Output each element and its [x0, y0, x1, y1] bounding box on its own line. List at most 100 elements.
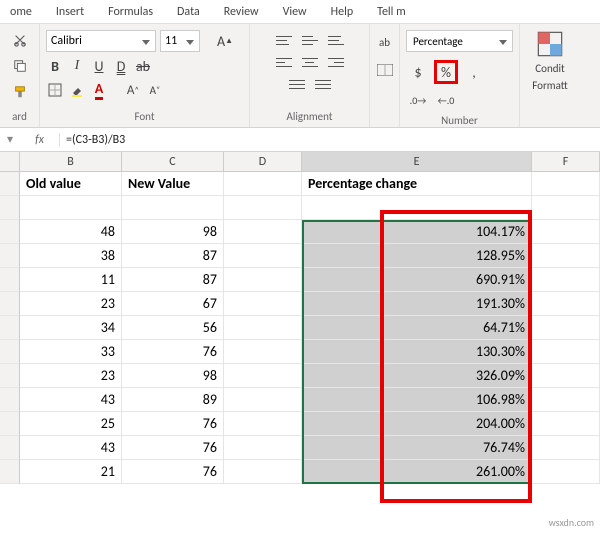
tab-insert[interactable]: Insert — [44, 1, 96, 23]
cell-new[interactable]: 98 — [122, 220, 224, 244]
row-header[interactable] — [0, 364, 20, 388]
col-header-D[interactable]: D — [224, 152, 302, 171]
cell-new[interactable]: 76 — [122, 340, 224, 364]
cell-empty[interactable] — [532, 436, 600, 460]
cell-new[interactable]: 87 — [122, 268, 224, 292]
cell-empty[interactable] — [224, 388, 302, 412]
col-header-C[interactable]: C — [122, 152, 224, 171]
decrease-indent-icon[interactable] — [287, 76, 307, 92]
cell-empty[interactable] — [532, 412, 600, 436]
increase-indent-icon[interactable] — [313, 76, 333, 92]
row-header[interactable] — [0, 268, 20, 292]
row-header[interactable] — [0, 340, 20, 364]
cell-empty[interactable] — [224, 412, 302, 436]
cell-empty[interactable] — [532, 364, 600, 388]
cell-new[interactable]: 67 — [122, 292, 224, 316]
col-header-E[interactable]: E — [302, 152, 532, 171]
grow-font-icon[interactable]: A˄ — [124, 80, 142, 100]
merge-icon[interactable] — [376, 60, 394, 80]
cell-empty[interactable] — [224, 172, 302, 196]
tab-data[interactable]: Data — [165, 1, 212, 23]
cell-pct[interactable]: 64.71% — [302, 316, 532, 340]
format-painter-icon[interactable] — [9, 82, 31, 102]
cell-empty[interactable] — [224, 364, 302, 388]
cell-old[interactable]: 48 — [20, 220, 122, 244]
wrap-text-icon[interactable]: ab — [376, 32, 394, 52]
align-bottom-icon[interactable] — [326, 32, 346, 48]
bold-button[interactable]: B — [46, 56, 64, 76]
align-right-icon[interactable] — [326, 54, 346, 70]
cell-pct[interactable]: 128.95% — [302, 244, 532, 268]
cell-pct[interactable]: 104.17% — [302, 220, 532, 244]
cell-old[interactable]: 25 — [20, 412, 122, 436]
cell-empty[interactable] — [532, 268, 600, 292]
row-header[interactable] — [0, 172, 20, 196]
fx-label[interactable]: fx — [20, 133, 60, 147]
cell-empty[interactable] — [224, 220, 302, 244]
cell-new[interactable]: 87 — [122, 244, 224, 268]
row-header[interactable] — [0, 460, 20, 484]
select-all-corner[interactable] — [0, 152, 20, 171]
cell-empty[interactable] — [532, 460, 600, 484]
cell-pct[interactable]: 690.91% — [302, 268, 532, 292]
cell-empty[interactable] — [532, 340, 600, 364]
cell-pct[interactable]: 191.30% — [302, 292, 532, 316]
header-new[interactable]: New Value — [122, 172, 224, 196]
col-header-F[interactable]: F — [532, 152, 600, 171]
cell-new[interactable]: 89 — [122, 388, 224, 412]
align-center-icon[interactable] — [300, 54, 320, 70]
cell-empty[interactable] — [224, 292, 302, 316]
cell-empty[interactable] — [224, 340, 302, 364]
cell-old[interactable]: 23 — [20, 364, 122, 388]
border-icon[interactable] — [46, 80, 64, 100]
cut-icon[interactable] — [9, 30, 31, 50]
shrink-font-icon[interactable]: A˅ — [146, 80, 164, 100]
align-left-icon[interactable] — [274, 54, 294, 70]
cell-empty[interactable] — [532, 244, 600, 268]
font-size-select[interactable]: 11 — [160, 30, 200, 52]
row-header[interactable] — [0, 196, 20, 220]
cell-old[interactable]: 11 — [20, 268, 122, 292]
row-header[interactable] — [0, 436, 20, 460]
double-underline-button[interactable]: D — [112, 56, 130, 76]
cell-old[interactable]: 43 — [20, 436, 122, 460]
cell-old[interactable]: 38 — [20, 244, 122, 268]
cell-pct[interactable]: 261.00% — [302, 460, 532, 484]
currency-button[interactable]: $ — [406, 60, 430, 84]
cell-old[interactable]: 34 — [20, 316, 122, 340]
conditional-formatting-group[interactable]: Condit Formatt — [520, 24, 580, 127]
cell-old[interactable]: 23 — [20, 292, 122, 316]
col-header-B[interactable]: B — [20, 152, 122, 171]
cell-new[interactable]: 98 — [122, 364, 224, 388]
tab-review[interactable]: Review — [212, 1, 271, 23]
cell-empty[interactable] — [532, 172, 600, 196]
cell-pct[interactable]: 130.30% — [302, 340, 532, 364]
cell-pct[interactable]: 326.09% — [302, 364, 532, 388]
cell-empty[interactable] — [532, 292, 600, 316]
row-header[interactable] — [0, 244, 20, 268]
cell-pct[interactable]: 76.74% — [302, 436, 532, 460]
tab-view[interactable]: View — [271, 1, 319, 23]
comma-button[interactable]: , — [462, 60, 486, 84]
name-box-dropdown[interactable]: ▾ — [0, 132, 20, 147]
cell-empty[interactable] — [224, 436, 302, 460]
tab-tellme[interactable]: Tell m — [365, 1, 418, 23]
header-pct[interactable]: Percentage change — [302, 172, 532, 196]
strikethrough-button[interactable]: ab — [134, 56, 152, 76]
cell-new[interactable]: 76 — [122, 436, 224, 460]
row-header[interactable] — [0, 412, 20, 436]
cell-empty[interactable] — [532, 388, 600, 412]
cell-new[interactable]: 76 — [122, 412, 224, 436]
row-header[interactable] — [0, 220, 20, 244]
decrease-decimal-icon[interactable]: ←.0 — [434, 88, 458, 112]
cell-new[interactable]: 56 — [122, 316, 224, 340]
cell-empty[interactable] — [224, 244, 302, 268]
row-header[interactable] — [0, 316, 20, 340]
fill-color-icon[interactable] — [68, 80, 86, 100]
cell-empty[interactable] — [224, 316, 302, 340]
cell-empty[interactable] — [224, 268, 302, 292]
tab-home[interactable]: ome — [10, 1, 44, 23]
cell-old[interactable]: 33 — [20, 340, 122, 364]
header-old[interactable]: Old value — [20, 172, 122, 196]
cell-old[interactable]: 21 — [20, 460, 122, 484]
